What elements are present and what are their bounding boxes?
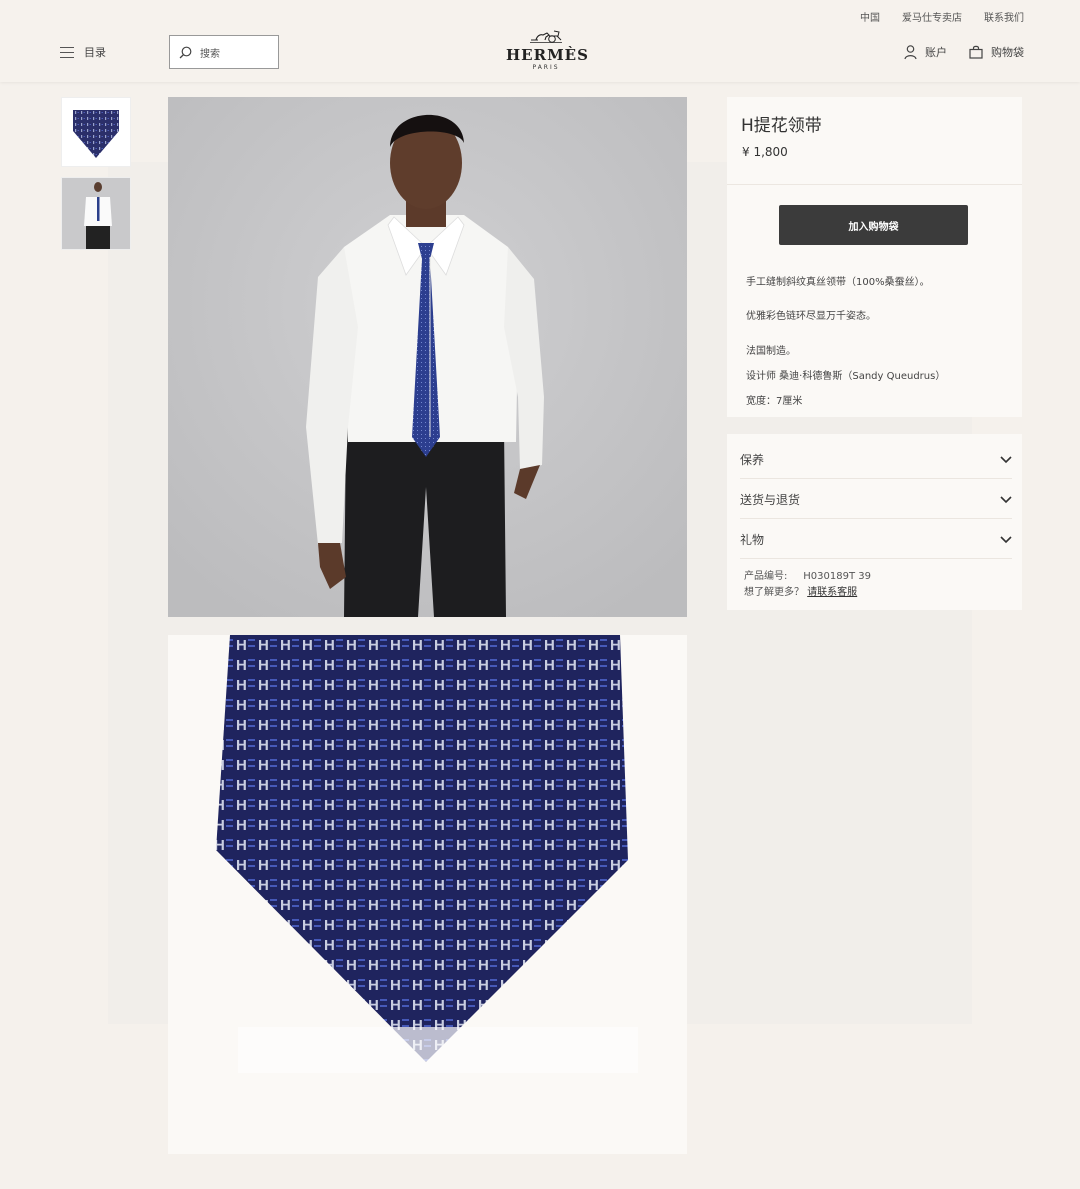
tie-thumbnail-image — [73, 110, 119, 158]
top-link-contact[interactable]: 联系我们 — [984, 9, 1024, 24]
chevron-down-icon — [1000, 535, 1012, 543]
bag-label: 购物袋 — [991, 46, 1024, 59]
accordion-gift[interactable]: 礼物 — [740, 521, 1012, 559]
bag-button[interactable]: 购物袋 — [969, 44, 1024, 60]
search-icon — [179, 46, 192, 58]
user-icon — [904, 44, 917, 59]
desc-line-designer: 设计师 桑迪·科德鲁斯（Sandy Queudrus） — [746, 371, 946, 382]
brand-logo[interactable]: HERMÈS PARIS — [506, 28, 589, 71]
desc-line-style: 优雅彩色链环尽显万千姿态。 — [746, 311, 876, 322]
product-info-panel: H提花领带 ¥ 1,800 加入购物袋 手工缝制斜纹真丝领带（100%桑蚕丝）。… — [727, 97, 1022, 417]
logo-wordmark: HERMÈS — [506, 46, 589, 64]
product-photo-model[interactable] — [168, 97, 687, 617]
menu-button[interactable]: 目录 — [60, 44, 106, 60]
account-label: 账户 — [925, 46, 947, 59]
chevron-down-icon — [1000, 495, 1012, 503]
product-photo-tie[interactable]: H — [168, 635, 687, 1154]
details-accordion: 保养 送货与退货 礼物 产品编号: H030189T 39 想了解更多？ 请联系… — [727, 434, 1022, 610]
header: 中国 爱马仕专卖店 联系我们 目录 搜索 HERMÈS PARIS 账户 购物袋 — [0, 0, 1080, 82]
accordion-care-label: 保养 — [740, 453, 765, 467]
thumbnail-tie[interactable] — [61, 97, 131, 167]
divider — [727, 184, 1022, 185]
product-price: ¥ 1,800 — [742, 145, 788, 159]
top-links: 中国 爱马仕专卖店 联系我们 — [860, 9, 1024, 24]
contact-service-link[interactable]: 请联系客服 — [807, 587, 857, 598]
add-to-bag-button[interactable]: 加入购物袋 — [779, 205, 968, 245]
hamburger-icon — [60, 46, 74, 58]
more-info-label: 想了解更多？ — [744, 587, 804, 598]
accordion-delivery-label: 送货与退货 — [740, 493, 801, 507]
search-placeholder: 搜索 — [200, 48, 220, 60]
accordion-gift-label: 礼物 — [740, 533, 765, 547]
account-button[interactable]: 账户 — [904, 44, 947, 60]
shopping-bag-icon — [969, 45, 983, 59]
desc-line-width: 宽度：7厘米 — [746, 396, 803, 407]
carriage-logo-icon — [530, 30, 562, 43]
thumbnail-model[interactable] — [61, 177, 131, 250]
product-title: H提花领带 — [741, 116, 822, 136]
chevron-down-icon — [1000, 455, 1012, 463]
top-link-stores[interactable]: 爱马仕专卖店 — [902, 9, 962, 24]
desc-line-origin: 法国制造。 — [746, 346, 796, 357]
model-thumbnail-image — [62, 178, 130, 249]
reference-label: 产品编号: — [744, 571, 788, 582]
model-wearing-tie-image — [168, 97, 687, 617]
search-input[interactable]: 搜索 — [169, 35, 279, 69]
top-link-region[interactable]: 中国 — [860, 9, 880, 24]
reference-value: H030189T 39 — [803, 571, 871, 582]
logo-city: PARIS — [532, 64, 560, 71]
contact-line: 想了解更多？ 请联系客服 — [744, 583, 857, 598]
tie-closeup-image: H — [168, 635, 687, 1154]
user-nav: 账户 购物袋 — [904, 44, 1024, 60]
product-reference: 产品编号: H030189T 39 — [744, 567, 871, 582]
desc-line-material: 手工缝制斜纹真丝领带（100%桑蚕丝）。 — [746, 277, 930, 288]
accordion-delivery[interactable]: 送货与退货 — [740, 481, 1012, 519]
menu-label: 目录 — [84, 46, 106, 59]
accordion-care[interactable]: 保养 — [740, 441, 1012, 479]
